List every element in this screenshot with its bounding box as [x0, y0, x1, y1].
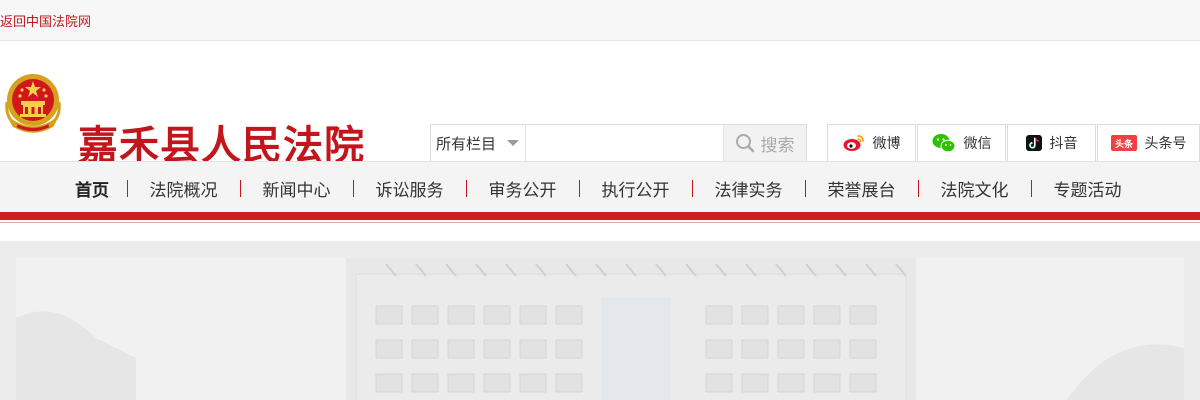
national-emblem-icon	[5, 74, 61, 133]
search-bar: 所有栏目 搜索	[430, 124, 807, 162]
search-scope-select[interactable]: 所有栏目	[431, 125, 526, 161]
back-to-chinacourt-link[interactable]: 返回中国法院网	[0, 11, 91, 30]
nav-item-trial-disclosure[interactable]: 审务公开	[466, 162, 579, 214]
social-douyin-label: 抖音	[1049, 136, 1078, 152]
search-button-label: 搜索	[760, 135, 795, 156]
nav-item-special-events[interactable]: 专题活动	[1031, 162, 1144, 214]
chevron-down-icon	[506, 140, 519, 146]
weibo-icon	[843, 135, 864, 151]
social-weibo-label: 微博	[872, 136, 901, 152]
main-nav: 首页 法院概况 新闻中心 诉讼服务 审务公开 执行公开 法律实务 荣誉展台 法院…	[0, 161, 1200, 213]
site-header: 嘉禾县人民法院 所有栏目 搜索 微博 微信 抖音 头条 头条号	[0, 41, 1200, 169]
search-scope-value: 所有栏目	[436, 134, 497, 153]
social-wechat-label: 微信	[963, 136, 992, 152]
search-button[interactable]: 搜索	[722, 125, 806, 161]
nav-red-underline	[0, 222, 1200, 223]
court-building-image	[16, 258, 1184, 400]
nav-red-bar	[0, 212, 1200, 220]
svg-text:头条: 头条	[1114, 138, 1133, 150]
top-bar: 返回中国法院网	[0, 0, 1200, 41]
nav-item-legal-practice[interactable]: 法律实务	[692, 162, 805, 214]
nav-item-news-center[interactable]: 新闻中心	[240, 162, 353, 214]
nav-item-litigation-service[interactable]: 诉讼服务	[353, 162, 466, 214]
court-building-illustration	[16, 258, 1184, 400]
nav-item-enforcement-disclosure[interactable]: 执行公开	[579, 162, 692, 214]
toutiao-icon: 头条	[1110, 135, 1137, 151]
social-toutiao-label: 头条号	[1144, 136, 1187, 152]
douyin-icon	[1025, 135, 1042, 151]
hero-banner	[0, 241, 1200, 400]
social-toutiao-button[interactable]: 头条 头条号	[1097, 124, 1200, 162]
nav-item-court-overview[interactable]: 法院概况	[127, 162, 240, 214]
social-wechat-button[interactable]: 微信	[917, 124, 1006, 162]
search-input[interactable]	[525, 125, 723, 161]
social-douyin-button[interactable]: 抖音	[1007, 124, 1096, 162]
social-weibo-button[interactable]: 微博	[827, 124, 916, 162]
nav-item-home[interactable]: 首页	[57, 162, 127, 214]
wechat-icon	[932, 134, 955, 153]
nav-item-court-culture[interactable]: 法院文化	[918, 162, 1031, 214]
nav-item-honors[interactable]: 荣誉展台	[805, 162, 918, 214]
search-icon	[736, 134, 755, 153]
